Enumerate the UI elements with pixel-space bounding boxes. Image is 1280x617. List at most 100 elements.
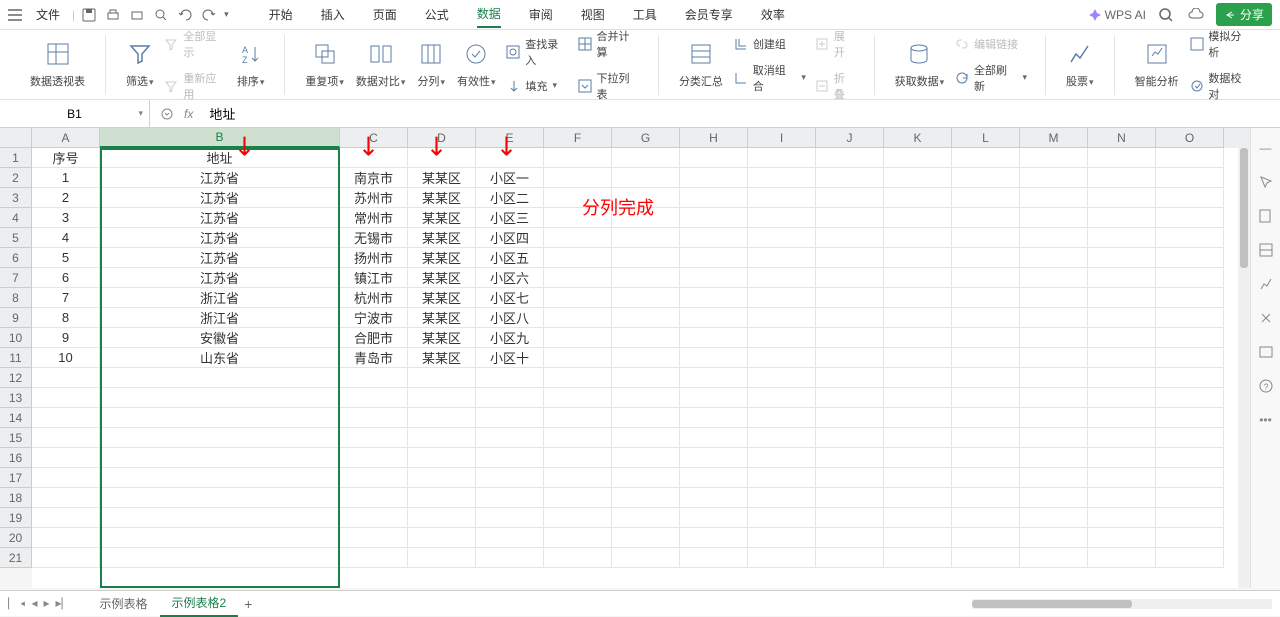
cell[interactable] bbox=[680, 428, 748, 448]
cell[interactable] bbox=[1088, 348, 1156, 368]
cell[interactable]: 南京市 bbox=[340, 168, 408, 188]
cell[interactable] bbox=[1020, 228, 1088, 248]
validation-button[interactable]: 有效性▾ bbox=[451, 35, 502, 95]
cell[interactable] bbox=[544, 348, 612, 368]
ungroup-button[interactable]: 取消组合▾ bbox=[729, 60, 810, 96]
cell[interactable] bbox=[680, 348, 748, 368]
cell[interactable] bbox=[748, 388, 816, 408]
cell[interactable] bbox=[952, 168, 1020, 188]
sidebar-tools-icon[interactable] bbox=[1256, 308, 1276, 328]
cell[interactable] bbox=[680, 528, 748, 548]
cell[interactable] bbox=[952, 528, 1020, 548]
cell[interactable] bbox=[476, 428, 544, 448]
cell[interactable] bbox=[1156, 508, 1224, 528]
cell[interactable] bbox=[1088, 228, 1156, 248]
row-header-20[interactable]: 20 bbox=[0, 528, 32, 548]
cell[interactable] bbox=[476, 448, 544, 468]
cell[interactable] bbox=[340, 508, 408, 528]
qat-dropdown-icon[interactable]: ▾ bbox=[224, 9, 229, 20]
cell[interactable] bbox=[748, 308, 816, 328]
cell[interactable] bbox=[340, 528, 408, 548]
row-header-1[interactable]: 1 bbox=[0, 148, 32, 168]
sidebar-view-icon[interactable] bbox=[1256, 342, 1276, 362]
undo-icon[interactable] bbox=[175, 5, 195, 25]
cell[interactable] bbox=[1020, 148, 1088, 168]
cell[interactable]: 安徽省 bbox=[100, 328, 340, 348]
tab-view[interactable]: 视图 bbox=[581, 2, 605, 27]
cell[interactable] bbox=[884, 168, 952, 188]
cell[interactable] bbox=[748, 508, 816, 528]
sheet-tab-2[interactable]: 示例表格2 bbox=[160, 590, 239, 617]
cell[interactable] bbox=[100, 508, 340, 528]
cell[interactable] bbox=[32, 428, 100, 448]
cell[interactable]: 某某区 bbox=[408, 348, 476, 368]
cell[interactable] bbox=[952, 508, 1020, 528]
cell[interactable] bbox=[408, 388, 476, 408]
cell[interactable] bbox=[612, 368, 680, 388]
cell[interactable] bbox=[884, 388, 952, 408]
row-header-18[interactable]: 18 bbox=[0, 488, 32, 508]
cell[interactable] bbox=[952, 188, 1020, 208]
sidebar-more-icon[interactable]: ••• bbox=[1256, 410, 1276, 430]
cell[interactable] bbox=[748, 328, 816, 348]
cell[interactable] bbox=[544, 368, 612, 388]
name-box-input[interactable] bbox=[8, 107, 141, 121]
cell[interactable] bbox=[748, 408, 816, 428]
cell[interactable] bbox=[340, 548, 408, 568]
cell[interactable]: 小区九 bbox=[476, 328, 544, 348]
cell[interactable] bbox=[952, 148, 1020, 168]
col-header-G[interactable]: G bbox=[612, 128, 680, 148]
row-header-3[interactable]: 3 bbox=[0, 188, 32, 208]
cell[interactable] bbox=[1088, 428, 1156, 448]
cell[interactable] bbox=[680, 268, 748, 288]
cell[interactable] bbox=[816, 548, 884, 568]
group-button[interactable]: 创建组 bbox=[729, 34, 810, 54]
cell[interactable] bbox=[1020, 348, 1088, 368]
dropdown-list-button[interactable]: 下拉列表 bbox=[573, 68, 644, 104]
cell[interactable] bbox=[748, 228, 816, 248]
cell[interactable] bbox=[1020, 188, 1088, 208]
row-header-17[interactable]: 17 bbox=[0, 468, 32, 488]
cell[interactable] bbox=[32, 508, 100, 528]
cell[interactable] bbox=[1088, 188, 1156, 208]
cell[interactable] bbox=[680, 408, 748, 428]
cell[interactable] bbox=[884, 488, 952, 508]
col-header-K[interactable]: K bbox=[884, 128, 952, 148]
cell[interactable] bbox=[544, 488, 612, 508]
cell[interactable] bbox=[1088, 308, 1156, 328]
row-header-9[interactable]: 9 bbox=[0, 308, 32, 328]
row-header-11[interactable]: 11 bbox=[0, 348, 32, 368]
cell[interactable] bbox=[884, 248, 952, 268]
cell[interactable] bbox=[884, 228, 952, 248]
print-icon[interactable] bbox=[127, 5, 147, 25]
cell[interactable] bbox=[1156, 168, 1224, 188]
cell[interactable] bbox=[884, 548, 952, 568]
cell[interactable] bbox=[32, 528, 100, 548]
cell[interactable] bbox=[952, 428, 1020, 448]
cell[interactable]: 苏州市 bbox=[340, 188, 408, 208]
tab-tools[interactable]: 工具 bbox=[633, 2, 657, 27]
cell[interactable] bbox=[1088, 148, 1156, 168]
cell[interactable] bbox=[952, 468, 1020, 488]
cell[interactable] bbox=[680, 248, 748, 268]
cell[interactable] bbox=[816, 288, 884, 308]
cell[interactable] bbox=[884, 428, 952, 448]
cell[interactable]: 江苏省 bbox=[100, 228, 340, 248]
cell[interactable] bbox=[1020, 468, 1088, 488]
cell[interactable] bbox=[340, 468, 408, 488]
cell[interactable]: 某某区 bbox=[408, 168, 476, 188]
cell[interactable]: 某某区 bbox=[408, 328, 476, 348]
cell[interactable] bbox=[408, 368, 476, 388]
cell[interactable] bbox=[680, 548, 748, 568]
sheet-nav-prev-icon[interactable]: ◂ bbox=[31, 596, 37, 611]
cell[interactable] bbox=[748, 248, 816, 268]
cell[interactable] bbox=[476, 468, 544, 488]
cell[interactable]: 1 bbox=[32, 168, 100, 188]
cell[interactable] bbox=[544, 308, 612, 328]
cell[interactable] bbox=[748, 168, 816, 188]
cell[interactable] bbox=[884, 148, 952, 168]
cell[interactable] bbox=[816, 468, 884, 488]
cell[interactable] bbox=[100, 388, 340, 408]
find-input-button[interactable]: 查找录入 bbox=[502, 34, 573, 70]
cell[interactable] bbox=[476, 488, 544, 508]
